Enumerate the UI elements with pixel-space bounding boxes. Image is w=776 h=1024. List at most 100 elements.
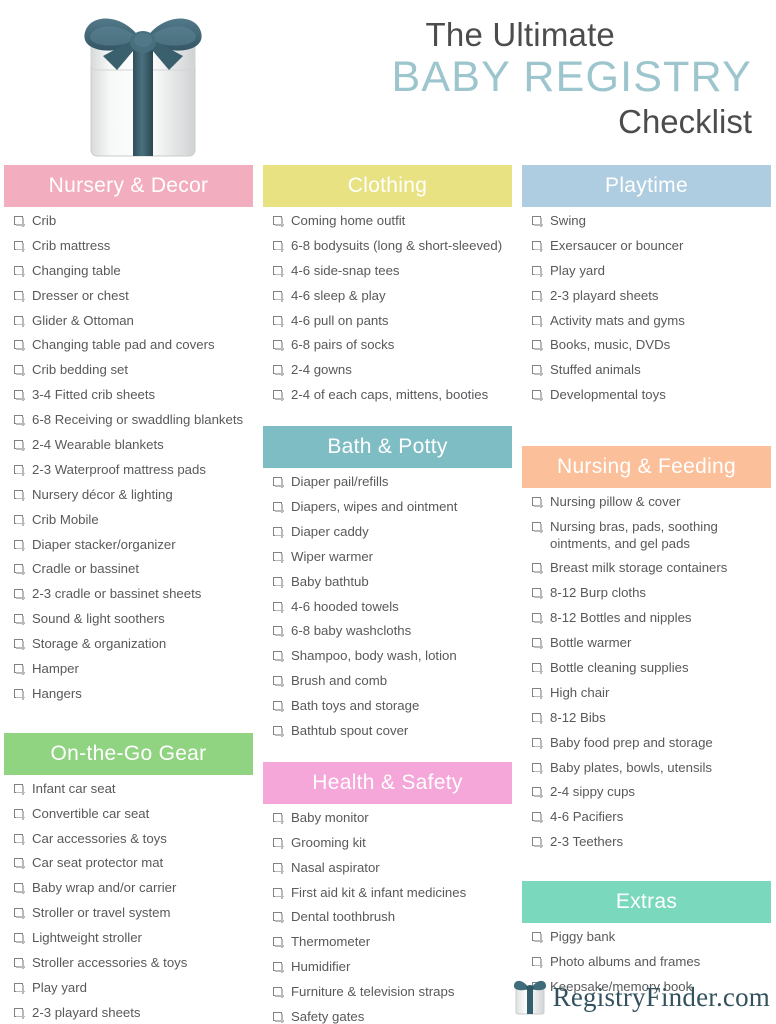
- checklist-item[interactable]: Bathtub spout cover: [273, 723, 512, 740]
- checklist-item[interactable]: 8-12 Bottles and nipples: [532, 610, 771, 627]
- checklist-item[interactable]: Stuffed animals: [532, 362, 771, 379]
- checklist-item[interactable]: Crib mattress: [14, 238, 253, 255]
- checkbox-icon[interactable]: [273, 477, 284, 489]
- checkbox-icon[interactable]: [14, 464, 25, 476]
- checklist-item[interactable]: Diaper stacker/organizer: [14, 537, 253, 554]
- checklist-item[interactable]: Cradle or bassinet: [14, 561, 253, 578]
- checklist-item[interactable]: Crib: [14, 213, 253, 230]
- checklist-item[interactable]: First aid kit & infant medicines: [273, 885, 512, 902]
- checklist-item[interactable]: Dental toothbrush: [273, 909, 512, 926]
- checkbox-icon[interactable]: [273, 1012, 284, 1024]
- checklist-item[interactable]: Dresser or chest: [14, 288, 253, 305]
- checkbox-icon[interactable]: [532, 712, 543, 724]
- checkbox-icon[interactable]: [14, 783, 25, 795]
- checklist-item[interactable]: Baby plates, bowls, utensils: [532, 760, 771, 777]
- checkbox-icon[interactable]: [14, 265, 25, 277]
- checkbox-icon[interactable]: [14, 514, 25, 526]
- checkbox-icon[interactable]: [532, 588, 543, 600]
- checklist-item[interactable]: High chair: [532, 685, 771, 702]
- checklist-item[interactable]: Brush and comb: [273, 673, 512, 690]
- checkbox-icon[interactable]: [532, 240, 543, 252]
- checkbox-icon[interactable]: [14, 639, 25, 651]
- checklist-item[interactable]: 4-6 sleep & play: [273, 288, 512, 305]
- checklist-item[interactable]: Sound & light soothers: [14, 611, 253, 628]
- checkbox-icon[interactable]: [532, 662, 543, 674]
- checkbox-icon[interactable]: [273, 340, 284, 352]
- checkbox-icon[interactable]: [14, 664, 25, 676]
- checklist-item[interactable]: Humidifier: [273, 959, 512, 976]
- checklist-item[interactable]: Stroller or travel system: [14, 905, 253, 922]
- checklist-item[interactable]: Breast milk storage containers: [532, 560, 771, 577]
- checkbox-icon[interactable]: [532, 390, 543, 402]
- checklist-item[interactable]: Thermometer: [273, 934, 512, 951]
- checkbox-icon[interactable]: [14, 489, 25, 501]
- checkbox-icon[interactable]: [273, 912, 284, 924]
- checklist-item[interactable]: Baby wrap and/or carrier: [14, 880, 253, 897]
- checkbox-icon[interactable]: [532, 638, 543, 650]
- checkbox-icon[interactable]: [14, 564, 25, 576]
- checklist-item[interactable]: 6-8 Receiving or swaddling blankets: [14, 412, 253, 429]
- checkbox-icon[interactable]: [532, 522, 543, 534]
- checkbox-icon[interactable]: [14, 390, 25, 402]
- checklist-item[interactable]: Lightweight stroller: [14, 930, 253, 947]
- checklist-item[interactable]: Diaper pail/refills: [273, 474, 512, 491]
- checkbox-icon[interactable]: [273, 726, 284, 738]
- checklist-item[interactable]: Grooming kit: [273, 835, 512, 852]
- checklist-item[interactable]: Baby food prep and storage: [532, 735, 771, 752]
- checkbox-icon[interactable]: [273, 265, 284, 277]
- checklist-item[interactable]: Glider & Ottoman: [14, 313, 253, 330]
- checkbox-icon[interactable]: [14, 688, 25, 700]
- checkbox-icon[interactable]: [14, 958, 25, 970]
- checklist-item[interactable]: 6-8 bodysuits (long & short-sleeved): [273, 238, 512, 255]
- checkbox-icon[interactable]: [14, 982, 25, 994]
- checklist-item[interactable]: Diaper caddy: [273, 524, 512, 541]
- checklist-item[interactable]: Convertible car seat: [14, 806, 253, 823]
- checkbox-icon[interactable]: [532, 737, 543, 749]
- checkbox-icon[interactable]: [532, 762, 543, 774]
- checklist-item[interactable]: Play yard: [14, 980, 253, 997]
- checkbox-icon[interactable]: [273, 216, 284, 227]
- checklist-item[interactable]: Shampoo, body wash, lotion: [273, 648, 512, 665]
- checkbox-icon[interactable]: [273, 812, 284, 824]
- checklist-item[interactable]: Nasal aspirator: [273, 860, 512, 877]
- checkbox-icon[interactable]: [273, 551, 284, 563]
- checkbox-icon[interactable]: [14, 216, 25, 227]
- checkbox-icon[interactable]: [14, 908, 25, 920]
- checklist-item[interactable]: Bath toys and storage: [273, 698, 512, 715]
- checkbox-icon[interactable]: [273, 526, 284, 538]
- checklist-item[interactable]: Piggy bank: [532, 929, 771, 946]
- checkbox-icon[interactable]: [273, 837, 284, 849]
- checkbox-icon[interactable]: [14, 858, 25, 870]
- checkbox-icon[interactable]: [273, 701, 284, 713]
- checklist-item[interactable]: Nursery décor & lighting: [14, 487, 253, 504]
- checklist-item[interactable]: 2-3 playard sheets: [14, 1005, 253, 1022]
- checkbox-icon[interactable]: [14, 365, 25, 377]
- checkbox-icon[interactable]: [273, 651, 284, 663]
- checkbox-icon[interactable]: [532, 340, 543, 352]
- checklist-item[interactable]: Safety gates: [273, 1009, 512, 1024]
- checklist-item[interactable]: 6-8 pairs of socks: [273, 337, 512, 354]
- checkbox-icon[interactable]: [273, 240, 284, 252]
- checklist-item[interactable]: 2-3 Teethers: [532, 834, 771, 851]
- checkbox-icon[interactable]: [273, 987, 284, 999]
- checklist-item[interactable]: 8-12 Burp cloths: [532, 585, 771, 602]
- checkbox-icon[interactable]: [273, 862, 284, 874]
- checkbox-icon[interactable]: [14, 933, 25, 945]
- checkbox-icon[interactable]: [273, 676, 284, 688]
- checklist-item[interactable]: 3-4 Fitted crib sheets: [14, 387, 253, 404]
- checkbox-icon[interactable]: [14, 808, 25, 820]
- checkbox-icon[interactable]: [532, 563, 543, 575]
- checkbox-icon[interactable]: [14, 539, 25, 551]
- checkbox-icon[interactable]: [273, 576, 284, 588]
- checkbox-icon[interactable]: [14, 415, 25, 427]
- checkbox-icon[interactable]: [273, 315, 284, 327]
- checkbox-icon[interactable]: [532, 613, 543, 625]
- registryfinder-logo[interactable]: RegistryFinder.com: [513, 978, 770, 1016]
- checkbox-icon[interactable]: [273, 290, 284, 302]
- checklist-item[interactable]: Coming home outfit: [273, 213, 512, 230]
- checklist-item[interactable]: Diapers, wipes and ointment: [273, 499, 512, 516]
- checkbox-icon[interactable]: [14, 883, 25, 895]
- checklist-item[interactable]: 2-4 Wearable blankets: [14, 437, 253, 454]
- checklist-item[interactable]: Infant car seat: [14, 781, 253, 798]
- checkbox-icon[interactable]: [532, 497, 543, 509]
